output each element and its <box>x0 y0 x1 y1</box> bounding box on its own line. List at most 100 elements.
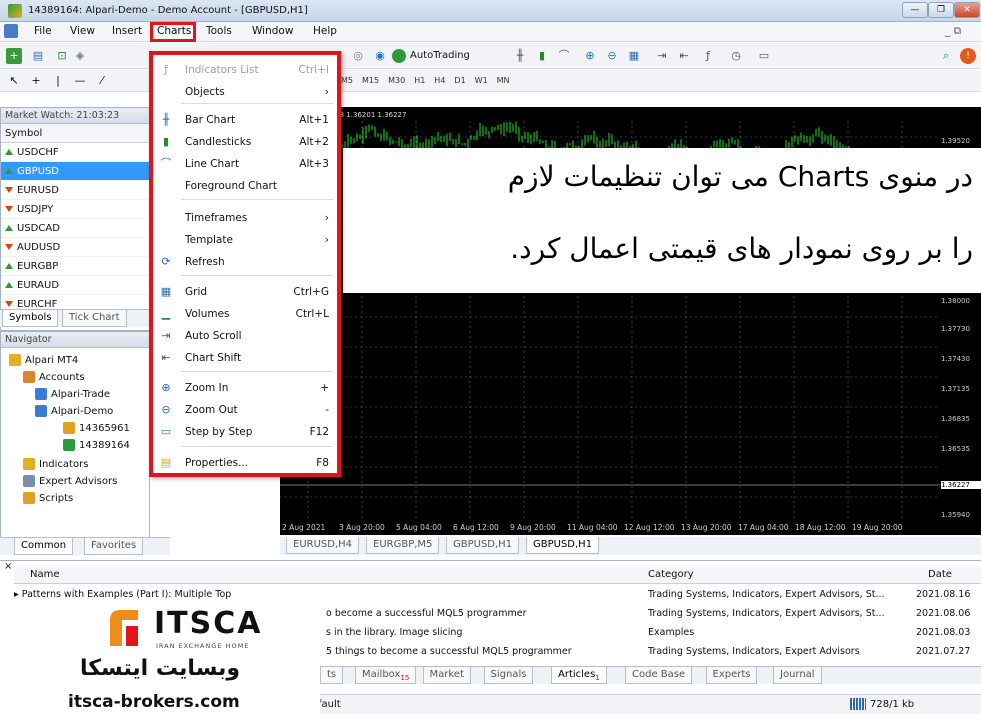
symbol-row-audusd[interactable]: AUDUSD <box>1 238 149 257</box>
menu-item-chart-shift[interactable]: ⇤ Chart Shift <box>153 347 337 369</box>
menu-item-indicators-list[interactable]: ƒ Indicators List Ctrl+I <box>153 59 337 81</box>
nav-account-1[interactable]: 14365961 <box>63 422 130 434</box>
timeframe-w1[interactable]: W1 <box>475 76 488 85</box>
article-name[interactable]: s in the library. Image slicing <box>326 624 642 642</box>
new-chart-icon[interactable]: + <box>6 48 22 64</box>
timeframe-h4[interactable]: H4 <box>434 76 445 85</box>
menu-tools[interactable]: Tools <box>206 25 232 37</box>
nav-root[interactable]: Alpari MT4 <box>9 354 78 366</box>
auto-scroll-icon[interactable]: ⇥ <box>654 48 670 64</box>
symbol-row-usdcad[interactable]: USDCAD <box>1 219 149 238</box>
timeframe-m30[interactable]: M30 <box>388 76 405 85</box>
menu-item-objects[interactable]: Objects › <box>153 81 337 103</box>
menu-item-zoom-in[interactable]: ⊕ Zoom In + <box>153 377 337 399</box>
symbol-row-eurgbp[interactable]: EURGBP <box>1 257 149 276</box>
menu-item-zoom-out[interactable]: ⊖ Zoom Out - <box>153 399 337 421</box>
chart-tab[interactable]: EURUSD,H4 <box>286 537 360 554</box>
nav-experts[interactable]: Expert Advisors <box>23 475 117 487</box>
menu-insert[interactable]: Insert <box>112 25 142 37</box>
zoom-out-icon[interactable]: ⊖ <box>604 48 620 64</box>
menu-item-auto-scroll[interactable]: ⇥ Auto Scroll <box>153 325 337 347</box>
symbol-row-gbpusd[interactable]: GBPUSD <box>1 162 149 181</box>
date-column-header[interactable]: Date <box>912 566 981 584</box>
tab-common[interactable]: Common <box>14 538 74 555</box>
indicators-icon[interactable]: ƒ <box>700 48 716 64</box>
new-order-icon[interactable]: ◉ <box>372 48 388 64</box>
vertical-line-icon[interactable]: | <box>50 73 66 89</box>
profiles-icon[interactable]: ▤ <box>30 48 46 64</box>
timeframe-mn[interactable]: MN <box>497 76 510 85</box>
menu-item-timeframes[interactable]: Timeframes › <box>153 207 337 229</box>
mdi-minimize-button[interactable]: _ ⧉ <box>945 25 961 38</box>
menu-item-properties[interactable]: ▤ Properties... F8 <box>153 452 337 474</box>
terminal-tab-mailbox[interactable]: Mailbox15 <box>355 667 417 684</box>
data-window-icon[interactable]: ◈ <box>72 48 88 64</box>
timeframe-m15[interactable]: M15 <box>362 76 379 85</box>
nav-scripts[interactable]: Scripts <box>23 492 73 504</box>
menu-item-bar-chart[interactable]: ╫ Bar Chart Alt+1 <box>153 109 337 131</box>
menu-item-step-by-step[interactable]: ▭ Step by Step F12 <box>153 421 337 443</box>
nav-trade-server[interactable]: Alpari-Trade <box>35 388 110 400</box>
terminal-tab-experts[interactable]: Experts <box>705 667 758 684</box>
timeframe-d1[interactable]: D1 <box>454 76 465 85</box>
metaeditor-icon[interactable]: ◎ <box>350 48 366 64</box>
chart-shift-icon[interactable]: ⇤ <box>676 48 692 64</box>
periods-icon[interactable]: ◷ <box>728 48 744 64</box>
cursor-icon[interactable]: ↖ <box>6 73 22 89</box>
minimize-button[interactable]: — <box>902 2 928 18</box>
close-button[interactable]: ✕ <box>954 2 980 18</box>
menu-item-foreground-chart[interactable]: Foreground Chart <box>153 175 337 197</box>
horizontal-line-icon[interactable]: — <box>72 73 88 89</box>
timeframe-m5[interactable]: M5 <box>341 76 353 85</box>
terminal-tab-signals[interactable]: Signals <box>483 667 534 684</box>
maximize-button[interactable]: ❐ <box>928 2 954 18</box>
symbol-row-usdjpy[interactable]: USDJPY <box>1 200 149 219</box>
nav-demo-server[interactable]: Alpari-Demo <box>35 405 113 417</box>
terminal-tab-ts[interactable]: ts <box>320 667 344 684</box>
article-name[interactable]: o become a successful MQL5 programmer <box>326 605 642 623</box>
menu-item-template[interactable]: Template › <box>153 229 337 251</box>
chart-tab[interactable]: EURGBP,M5 <box>366 537 440 554</box>
timeframe-h1[interactable]: H1 <box>414 76 425 85</box>
menu-item-refresh[interactable]: ⟳ Refresh <box>153 251 337 273</box>
nav-accounts[interactable]: Accounts <box>23 371 85 383</box>
menu-file[interactable]: File <box>34 25 52 37</box>
symbol-column-header[interactable]: Symbol <box>1 124 149 143</box>
tab-symbols[interactable]: Symbols <box>2 310 59 327</box>
nav-indicators[interactable]: Indicators <box>23 458 88 470</box>
menu-view[interactable]: View <box>70 25 95 37</box>
market-watch-icon[interactable]: ⊡ <box>54 48 70 64</box>
autotrading-button[interactable]: AutoTrading <box>392 48 472 64</box>
symbol-row-usdchf[interactable]: USDCHF <box>1 143 149 162</box>
terminal-tab-journal[interactable]: Journal <box>773 667 822 684</box>
menu-item-volumes[interactable]: ▁ Volumes Ctrl+L <box>153 303 337 325</box>
menu-item-line-chart[interactable]: ⌒ Line Chart Alt+3 <box>153 153 337 175</box>
category-column-header[interactable]: Category <box>644 566 912 584</box>
search-icon[interactable]: ⌕ <box>938 48 954 64</box>
bar-chart-icon[interactable]: ╫ <box>512 48 528 64</box>
menu-help[interactable]: Help <box>313 25 337 37</box>
templates-icon[interactable]: ▭ <box>756 48 772 64</box>
nav-account-2[interactable]: 14389164 <box>63 439 130 451</box>
symbol-row-euraud[interactable]: EURAUD <box>1 276 149 295</box>
symbol-row-eurusd[interactable]: EURUSD <box>1 181 149 200</box>
terminal-tab-articles[interactable]: Articles1 <box>551 667 607 684</box>
menu-item-candlesticks[interactable]: ▮ Candlesticks Alt+2 <box>153 131 337 153</box>
menu-window[interactable]: Window <box>252 25 293 37</box>
chart-tab[interactable]: GBPUSD,H1 <box>526 537 600 554</box>
tile-windows-icon[interactable]: ▦ <box>626 48 642 64</box>
menu-item-grid[interactable]: ▦ Grid Ctrl+G <box>153 281 337 303</box>
name-column-header[interactable]: Name <box>14 566 644 584</box>
candlesticks-icon[interactable]: ▮ <box>534 48 550 64</box>
crosshair-icon[interactable]: + <box>28 73 44 89</box>
terminal-tab-code-base[interactable]: Code Base <box>625 667 693 684</box>
zoom-in-icon[interactable]: ⊕ <box>582 48 598 64</box>
trendline-icon[interactable]: ⁄ <box>94 73 110 89</box>
notification-icon[interactable]: ! <box>960 48 976 64</box>
article-name[interactable]: 5 things to become a successful MQL5 pro… <box>326 643 642 661</box>
terminal-close-icon[interactable]: × <box>4 561 12 572</box>
terminal-tab-market[interactable]: Market <box>422 667 471 684</box>
line-chart-icon[interactable]: ⌒ <box>556 48 572 64</box>
tab-tick-chart[interactable]: Tick Chart <box>62 310 127 327</box>
chart-tab[interactable]: GBPUSD,H1 <box>446 537 520 554</box>
